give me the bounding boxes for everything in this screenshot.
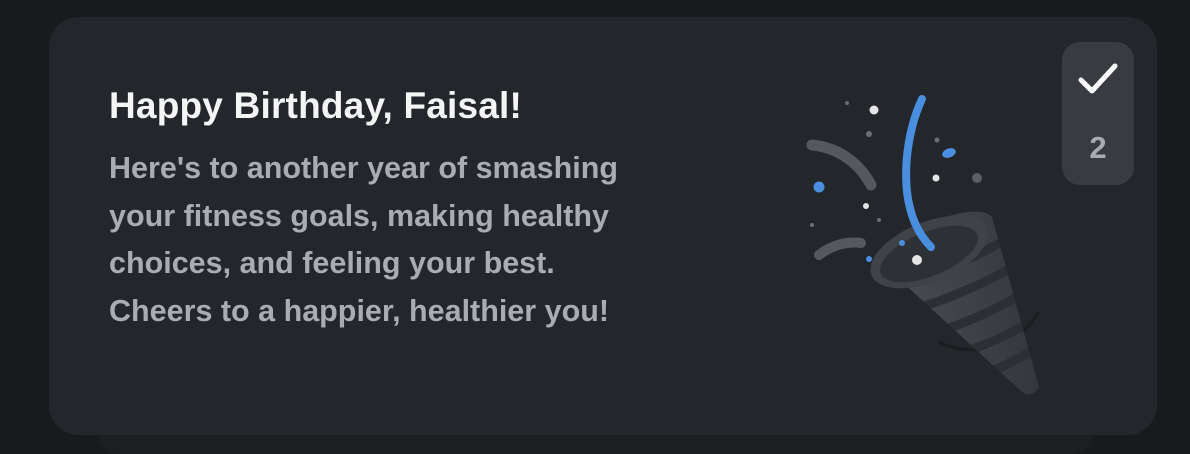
- card-title: Happy Birthday, Faisal!: [109, 85, 523, 126]
- card-message: Here's to another year of smashing your …: [109, 151, 618, 328]
- completion-badge[interactable]: 2: [1062, 42, 1134, 185]
- party-popper-icon: [806, 95, 1041, 395]
- screen: Happy Birthday, Faisal! Here's to anothe…: [0, 0, 1190, 454]
- badge-count: 2: [1089, 130, 1107, 165]
- birthday-card[interactable]: Happy Birthday, Faisal! Here's to anothe…: [49, 17, 1157, 435]
- checkmark-icon: [1078, 63, 1118, 94]
